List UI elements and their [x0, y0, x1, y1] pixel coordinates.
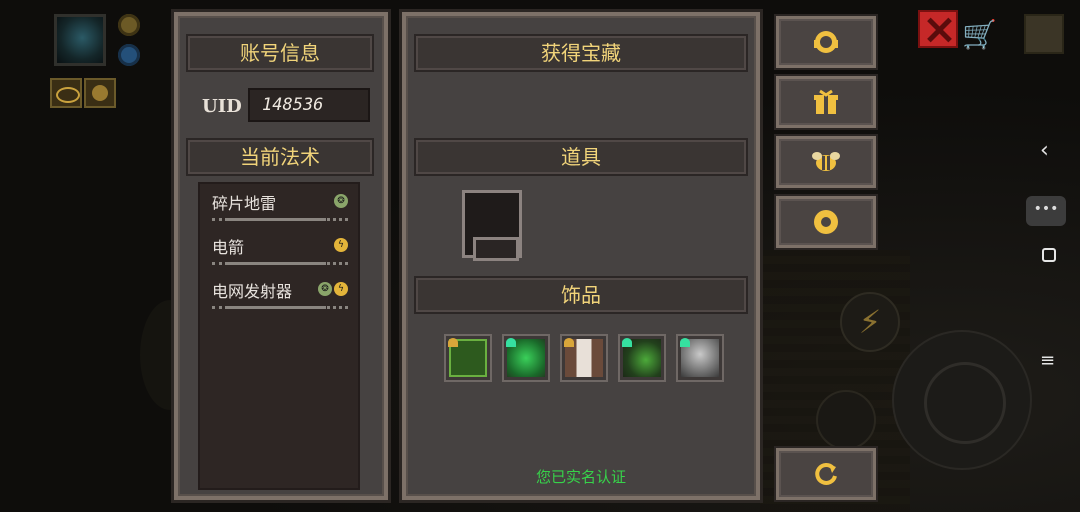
spell-name: 电网发射器	[212, 282, 293, 301]
system-back-icon[interactable]: ‹	[1040, 138, 1049, 163]
treasure-header: 获得宝藏	[414, 34, 748, 72]
list-item: 碎片地雷 ❂	[212, 190, 352, 226]
divider	[212, 306, 348, 309]
current-spells-header: 当前法术	[186, 138, 374, 176]
electric-element-icon: ϟ	[334, 282, 348, 296]
heart-badge-icon	[506, 338, 516, 347]
accessory-slot[interactable]	[560, 334, 608, 382]
accessory-slot[interactable]	[502, 334, 550, 382]
support-headset-icon	[779, 19, 873, 65]
restart-icon	[779, 451, 873, 497]
list-item: 电箭 ϟ	[212, 234, 352, 270]
uid-value: 148536	[248, 88, 370, 122]
support-button[interactable]	[776, 16, 876, 68]
buff-ring-icon	[50, 78, 82, 108]
system-menu-icon[interactable]: ≡	[1040, 350, 1055, 371]
spell-name: 碎片地雷	[212, 194, 277, 213]
list-item: 电网发射器 ❂ ϟ	[212, 278, 352, 314]
accessory-slot[interactable]	[444, 334, 492, 382]
restart-button[interactable]	[776, 448, 876, 500]
weapon-switch-button[interactable]	[816, 390, 876, 450]
gift-box-icon	[779, 79, 873, 125]
player-avatar[interactable]	[54, 14, 106, 66]
bee-icon	[779, 139, 873, 185]
divider	[212, 218, 348, 221]
empty-item-slot[interactable]	[462, 190, 522, 261]
treasure-panel: 获得宝藏 道具 饰品 您已实名认证	[402, 12, 760, 500]
accessory-slot[interactable]	[618, 334, 666, 382]
spell-list: 碎片地雷 ❂ 电箭 ϟ 电网发射器 ❂ ϟ	[198, 182, 360, 490]
settings-button[interactable]	[776, 196, 876, 248]
items-header: 道具	[414, 138, 748, 176]
gold-badge-icon	[564, 338, 574, 347]
pet-button[interactable]	[776, 136, 876, 188]
account-info-header: 账号信息	[186, 34, 374, 72]
attack-joystick[interactable]	[892, 330, 1032, 470]
accessory-slot[interactable]	[676, 334, 724, 382]
heart-badge-icon	[622, 338, 632, 347]
minimap-button[interactable]	[1024, 14, 1064, 54]
gift-button[interactable]	[776, 76, 876, 128]
close-menu-button[interactable]	[918, 10, 958, 48]
energy-gem-icon	[118, 44, 140, 66]
shop-cart-icon[interactable]: 🛒	[962, 18, 997, 52]
accessories-header: 饰品	[414, 276, 748, 314]
chat-bubble-icon[interactable]: •••	[1026, 196, 1066, 226]
uid-label: UID	[202, 96, 242, 117]
electric-element-icon: ϟ	[334, 238, 348, 252]
account-panel: 账号信息 UID 148536 当前法术 碎片地雷 ❂ 电箭 ϟ 电网发射器 ❂…	[174, 12, 388, 500]
heart-badge-icon	[680, 338, 690, 347]
realname-status: 您已实名认证	[535, 468, 626, 486]
divider	[212, 262, 348, 265]
buff-orb-icon	[84, 78, 116, 108]
spell-name: 电箭	[212, 238, 245, 257]
skill-lightning-button[interactable]: ⚡	[840, 292, 900, 352]
gold-coin-icon	[118, 14, 140, 36]
settings-gear-icon	[779, 199, 873, 245]
earth-element-icon: ❂	[334, 194, 348, 208]
earth-element-icon: ❂	[318, 282, 332, 296]
system-home-icon[interactable]	[1042, 248, 1056, 262]
gold-badge-icon	[448, 338, 458, 347]
